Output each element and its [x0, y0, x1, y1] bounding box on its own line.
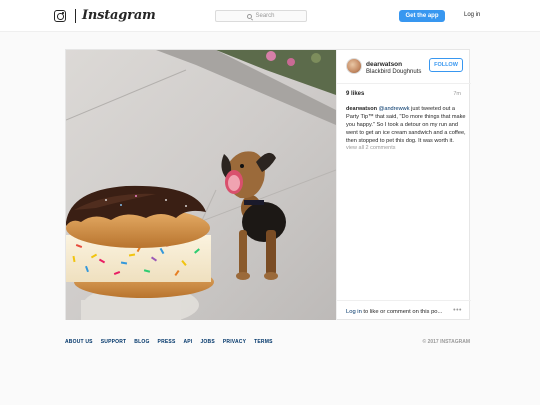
copyright-text: © 2017 INSTAGRAM — [422, 339, 471, 345]
footer-link-support[interactable]: SUPPORT — [101, 339, 127, 345]
post-username[interactable]: dearwatson — [366, 61, 402, 68]
get-the-app-button[interactable]: Get the app — [399, 10, 445, 22]
footer-link-about-us[interactable]: ABOUT US — [65, 339, 93, 345]
footer-link-blog[interactable]: BLOG — [134, 339, 149, 345]
post-header: dearwatson Blackbird Doughnuts FOLLOW — [337, 50, 471, 84]
search-input[interactable]: Search — [215, 10, 307, 22]
login-to-comment-link[interactable]: Log in — [346, 309, 362, 315]
instagram-camera-icon[interactable] — [54, 10, 66, 22]
footer-link-privacy[interactable]: PRIVACY — [223, 339, 246, 345]
caption-mention[interactable]: @andrewwk — [379, 106, 410, 112]
logo-divider — [75, 9, 76, 23]
page-footer: ABOUT US SUPPORT BLOG PRESS API JOBS PRI… — [65, 339, 470, 349]
post-photo[interactable] — [66, 50, 336, 320]
top-navigation-bar: Instagram Search Get the app Log in — [0, 0, 540, 32]
post-location[interactable]: Blackbird Doughnuts — [366, 69, 421, 75]
search-icon — [247, 13, 253, 19]
post-caption: dearwatson @andrewwk just tweeted out a … — [346, 105, 468, 145]
login-prompt-text: to like or comment on this po... — [361, 309, 443, 315]
caption-username[interactable]: dearwatson — [346, 106, 377, 112]
footer-links: ABOUT US SUPPORT BLOG PRESS API JOBS PRI… — [65, 339, 273, 345]
avatar[interactable] — [346, 58, 362, 74]
footer-link-press[interactable]: PRESS — [158, 339, 176, 345]
post-sidebar: dearwatson Blackbird Doughnuts FOLLOW 9 … — [336, 50, 471, 320]
post-footer: Log in to like or comment on this po... … — [337, 300, 471, 320]
footer-link-jobs[interactable]: JOBS — [200, 339, 214, 345]
view-all-comments-link[interactable]: view all 2 comments — [346, 145, 396, 151]
search-placeholder: Search — [255, 13, 275, 19]
footer-link-terms[interactable]: TERMS — [254, 339, 273, 345]
login-prompt: Log in to like or comment on this po... — [346, 309, 442, 315]
more-options-icon[interactable]: ••• — [453, 307, 462, 314]
post-card: dearwatson Blackbird Doughnuts FOLLOW 9 … — [65, 49, 471, 320]
footer-link-api[interactable]: API — [184, 339, 193, 345]
header-login-link[interactable]: Log in — [464, 12, 480, 18]
post-photo-image — [66, 50, 336, 320]
instagram-wordmark[interactable]: Instagram — [82, 8, 156, 23]
likes-count[interactable]: 9 likes — [346, 91, 364, 97]
follow-button[interactable]: FOLLOW — [429, 58, 463, 72]
post-timestamp: 7m — [453, 91, 461, 97]
